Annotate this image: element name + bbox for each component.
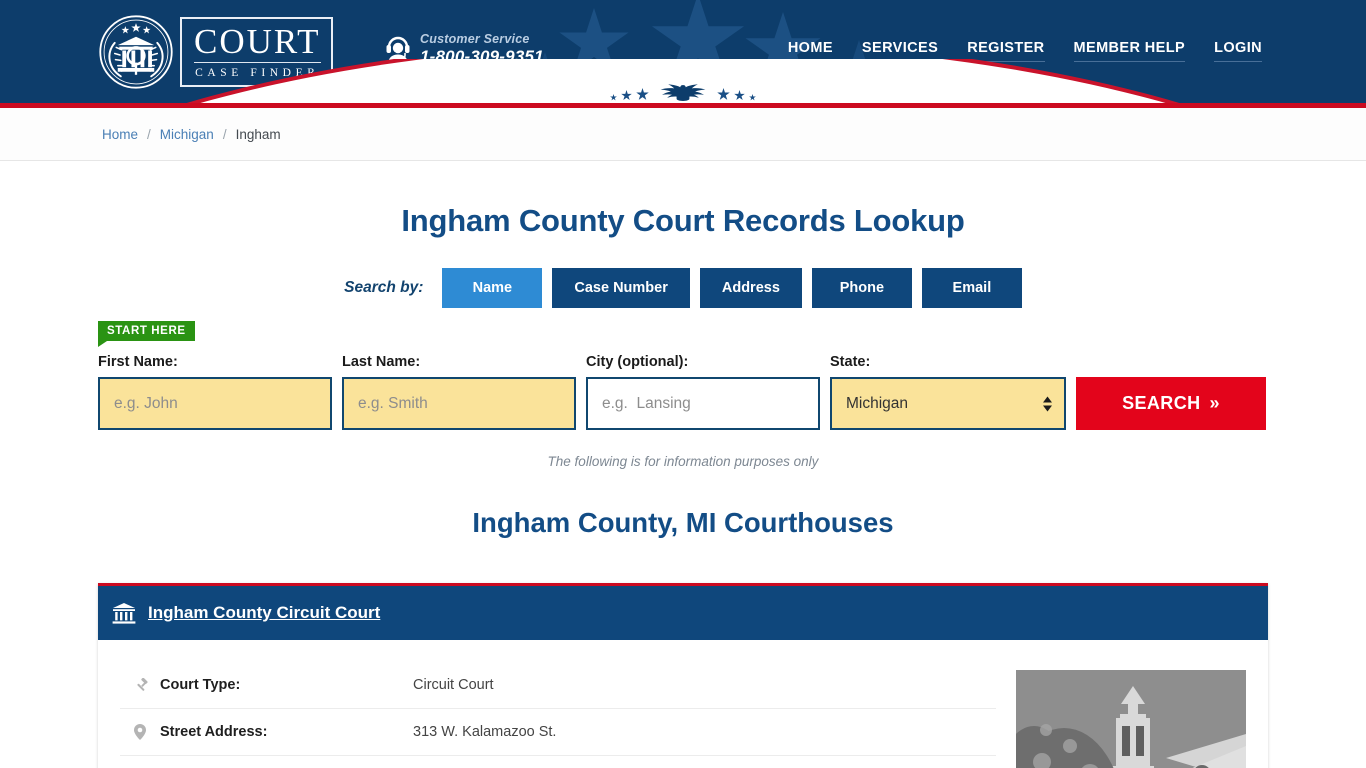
court-card: Ingham County Circuit Court Court Type: … bbox=[98, 583, 1268, 768]
search-by-label: Search by: bbox=[344, 279, 424, 296]
gavel-icon bbox=[134, 677, 160, 693]
city-label: City (optional): bbox=[586, 354, 689, 370]
last-name-field-group: Last Name: bbox=[342, 354, 576, 430]
city-field-group: City (optional): bbox=[586, 354, 820, 430]
state-field-group: State: Michigan bbox=[830, 354, 1066, 430]
section-title: Ingham County, MI Courthouses bbox=[472, 507, 894, 538]
table-row: Street Address: 313 W. Kalamazoo St. bbox=[120, 709, 996, 756]
table-row: City: Lansing bbox=[120, 756, 996, 768]
row-value: 313 W. Kalamazoo St. bbox=[413, 724, 557, 740]
state-label: State: bbox=[830, 354, 871, 370]
search-button-label: SEARCH bbox=[1122, 393, 1201, 413]
breadcrumb-item-home[interactable]: Home bbox=[102, 127, 138, 142]
court-details-list: Court Type: Circuit Court Street Address… bbox=[120, 662, 1016, 768]
state-select[interactable]: Michigan bbox=[830, 377, 1066, 430]
breadcrumb: Home / Michigan / Ingham bbox=[0, 108, 1366, 161]
row-value: Circuit Court bbox=[413, 677, 494, 693]
court-card-header: Ingham County Circuit Court bbox=[98, 583, 1268, 640]
search-button[interactable]: SEARCH » bbox=[1076, 377, 1266, 430]
breadcrumb-separator: / bbox=[147, 126, 151, 142]
search-form: START HERE First Name: Last Name: City (… bbox=[98, 308, 1268, 430]
tab-address[interactable]: Address bbox=[699, 268, 802, 308]
site-header: COURT CASE FINDER Customer Service 1-800… bbox=[0, 0, 1366, 103]
court-name-link[interactable]: Ingham County Circuit Court bbox=[148, 603, 380, 623]
main-content: Ingham County Court Records Lookup Searc… bbox=[0, 161, 1366, 768]
first-name-input[interactable] bbox=[98, 377, 332, 430]
logo-word: COURT bbox=[194, 22, 321, 63]
search-by-tabs: Search by: Name Case Number Address Phon… bbox=[0, 268, 1366, 308]
row-label: Court Type: bbox=[160, 677, 241, 693]
page-title: Ingham County Court Records Lookup bbox=[401, 203, 965, 238]
last-name-input[interactable] bbox=[342, 377, 576, 430]
tab-email[interactable]: Email bbox=[921, 268, 1022, 308]
breadcrumb-separator: / bbox=[222, 126, 227, 142]
courthouse-icon bbox=[112, 603, 136, 624]
court-card-body: Court Type: Circuit Court Street Address… bbox=[98, 640, 1268, 768]
first-name-field-group: First Name: bbox=[98, 354, 332, 430]
city-input[interactable] bbox=[586, 377, 820, 430]
first-name-label: First Name: bbox=[98, 354, 178, 370]
double-chevron-right-icon: » bbox=[1209, 393, 1220, 413]
customer-service-label: Customer Service bbox=[420, 32, 530, 46]
row-label: Street Address: bbox=[160, 724, 268, 740]
tab-name[interactable]: Name bbox=[442, 268, 543, 308]
flag-swoosh-decoration bbox=[0, 59, 1366, 103]
eagle-icon bbox=[660, 84, 706, 101]
tab-phone[interactable]: Phone bbox=[811, 268, 912, 308]
courthouse-photo bbox=[1016, 670, 1246, 768]
last-name-label: Last Name: bbox=[342, 354, 421, 370]
tab-case-number[interactable]: Case Number bbox=[552, 268, 690, 308]
map-pin-icon bbox=[134, 724, 160, 740]
start-here-badge: START HERE bbox=[98, 321, 195, 347]
table-row: Court Type: Circuit Court bbox=[120, 662, 996, 709]
disclaimer-text: The following is for information purpose… bbox=[547, 454, 819, 469]
breadcrumb-item-michigan[interactable]: Michigan bbox=[160, 127, 214, 142]
breadcrumb-item-ingham: Ingham bbox=[235, 126, 281, 142]
